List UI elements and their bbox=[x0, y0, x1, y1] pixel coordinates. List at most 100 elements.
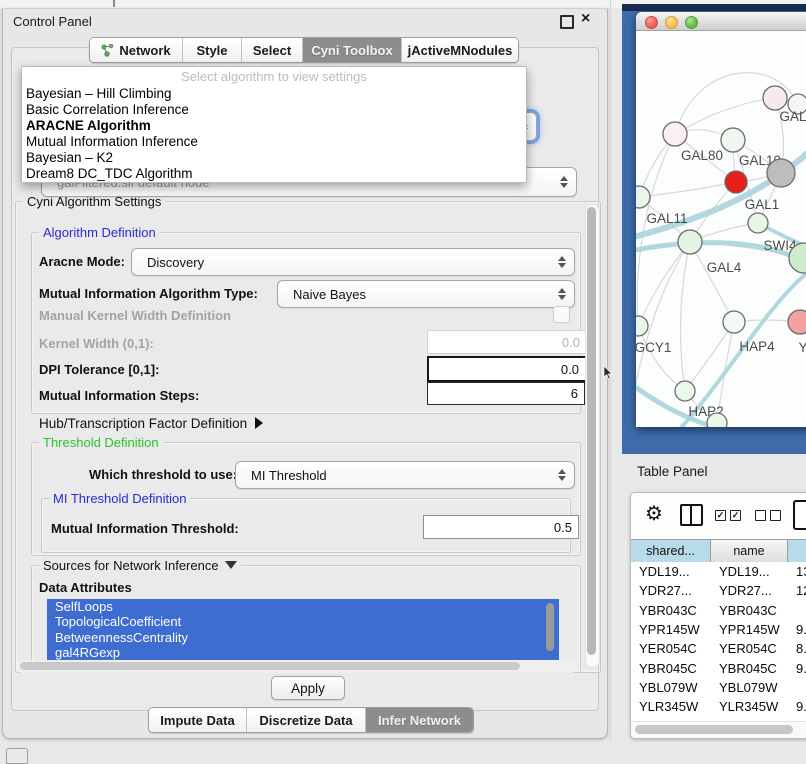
node-hap4[interactable] bbox=[723, 311, 745, 333]
node-gal10[interactable] bbox=[721, 128, 745, 152]
attribute-item[interactable]: TopologicalCoefficient bbox=[47, 614, 559, 629]
algorithm-list: Bayesian – Hill ClimbingBasic Correlatio… bbox=[22, 86, 526, 182]
close-panel-icon[interactable]: × bbox=[581, 10, 590, 28]
node-gal4[interactable] bbox=[678, 230, 702, 254]
list-scrollbar-thumb[interactable] bbox=[546, 603, 554, 651]
settings-horizontal-scrollbar[interactable] bbox=[17, 660, 577, 673]
kernel-width-field[interactable]: 0.0 bbox=[427, 330, 587, 354]
table-row[interactable]: YBR045CYBR045C9. bbox=[631, 658, 806, 677]
algorithm-option[interactable]: Bayesian – K2 bbox=[22, 150, 526, 166]
node-hap2[interactable] bbox=[675, 381, 695, 401]
network-edge[interactable] bbox=[638, 326, 685, 391]
new-column-icon[interactable] bbox=[793, 500, 806, 530]
node-y-partial[interactable] bbox=[788, 310, 806, 334]
mi-steps-field[interactable]: 6 bbox=[427, 382, 585, 405]
control-panel-window: Control Panel × Network Style Selec bbox=[2, 8, 608, 739]
stepper-arrows-icon bbox=[559, 176, 568, 188]
aracne-mode-combobox[interactable]: Discovery bbox=[131, 248, 575, 276]
node-gray[interactable] bbox=[767, 159, 795, 187]
tab-jactivemnodules[interactable]: jActiveMNodules bbox=[402, 38, 518, 62]
table-horizontal-scrollbar[interactable] bbox=[631, 721, 806, 738]
vscrollbar-thumb[interactable] bbox=[587, 207, 596, 655]
mi-type-combobox[interactable]: Naive Bayes bbox=[277, 280, 575, 308]
sources-group-title[interactable]: Sources for Network Inference bbox=[39, 558, 241, 573]
algorithm-option[interactable]: Basic Correlation Inference bbox=[22, 102, 526, 118]
control-panel-title: Control Panel bbox=[13, 14, 92, 29]
node-gal-partial-label: GAL bbox=[779, 109, 806, 124]
hscrollbar-thumb[interactable] bbox=[20, 662, 520, 670]
manual-kernel-checkbox[interactable] bbox=[553, 306, 570, 323]
table-cell: YBR043C bbox=[711, 603, 788, 618]
column-header-shared[interactable]: shared... bbox=[631, 540, 711, 562]
table-row[interactable]: YPR145WYPR145W9. bbox=[631, 620, 806, 639]
table-row[interactable]: YLR345WYLR345W9. bbox=[631, 697, 806, 716]
node-gal4-label: GAL4 bbox=[707, 260, 742, 275]
data-attributes-list[interactable]: SelfLoopsTopologicalCoefficientBetweenne… bbox=[47, 599, 559, 660]
table-row[interactable]: YBL079WYBL079W bbox=[631, 678, 806, 697]
attribute-item[interactable]: BetweennessCentrality bbox=[47, 630, 559, 645]
column-header-name[interactable]: name bbox=[711, 540, 788, 562]
table-cell: 12 bbox=[788, 583, 806, 598]
table-row[interactable]: YER054CYER054C8. bbox=[631, 639, 806, 658]
table-cell: YLR345W bbox=[711, 699, 788, 714]
node-unnamed-bottom[interactable] bbox=[707, 413, 727, 427]
tab-select[interactable]: Select bbox=[242, 38, 303, 62]
top-divider-tick bbox=[113, 0, 115, 7]
select-all-columns-icon[interactable]: ✓✓ bbox=[715, 510, 741, 521]
network-edge[interactable] bbox=[685, 322, 734, 391]
table-hscrollbar-thumb[interactable] bbox=[635, 725, 793, 734]
tab-network[interactable]: Network bbox=[90, 38, 183, 62]
table-row[interactable]: YBR043CYBR043C bbox=[631, 601, 806, 620]
table-cell: YPR145W bbox=[631, 622, 711, 637]
columns-icon[interactable] bbox=[680, 504, 703, 526]
table-cell: YDR27... bbox=[711, 583, 788, 598]
float-panel-icon[interactable] bbox=[560, 15, 574, 29]
algorithm-placeholder: Select algorithm to view settings bbox=[22, 67, 526, 86]
settings-vertical-scrollbar[interactable] bbox=[585, 204, 600, 668]
node-gal11-label: GAL11 bbox=[646, 211, 687, 226]
table-cell: YER054C bbox=[711, 641, 788, 656]
node-gcy1-label: GCY1 bbox=[636, 340, 671, 355]
hub-section-toggle[interactable]: Hub/Transcription Factor Definition bbox=[39, 416, 263, 431]
algorithm-option[interactable]: ARACNE Algorithm bbox=[22, 118, 526, 134]
tab-discretize-data[interactable]: Discretize Data bbox=[247, 708, 366, 732]
table-row[interactable]: YDR27...YDR27...12 bbox=[631, 581, 806, 600]
zoom-window-icon[interactable] bbox=[685, 16, 698, 29]
network-canvas[interactable]: GALGAL80GAL10GAL1GAL11SWI4GAL4GCY1HAP4YH… bbox=[636, 31, 806, 427]
network-window-titlebar[interactable] bbox=[636, 12, 806, 31]
node-gal-partial[interactable] bbox=[763, 86, 787, 110]
tab-cyni-toolbox[interactable]: Cyni Toolbox bbox=[303, 38, 402, 62]
node-swi4[interactable] bbox=[748, 213, 768, 233]
attribute-item[interactable]: gal4RGexp bbox=[47, 645, 559, 660]
tab-network-label: Network bbox=[119, 43, 170, 58]
node-gal1[interactable] bbox=[725, 171, 747, 193]
node-hap4-label: HAP4 bbox=[739, 339, 775, 354]
table-cell: 8. bbox=[788, 641, 806, 656]
node-gcy1[interactable] bbox=[636, 316, 648, 336]
tab-impute-data[interactable]: Impute Data bbox=[149, 708, 247, 732]
which-threshold-combobox[interactable]: MI Threshold bbox=[235, 461, 575, 489]
tab-infer-network[interactable]: Infer Network bbox=[366, 708, 473, 732]
stepper-arrows-icon bbox=[557, 256, 566, 268]
algorithm-option[interactable]: Dream8 DC_TDC Algorithm bbox=[22, 166, 526, 182]
table-toolbar: ⚙ ✓✓ bbox=[631, 493, 806, 539]
dpi-tolerance-field[interactable]: 0.0 bbox=[427, 356, 587, 382]
threshold-definition-title: Threshold Definition bbox=[39, 435, 163, 450]
apply-button[interactable]: Apply bbox=[271, 676, 345, 700]
mi-threshold-field[interactable]: 0.5 bbox=[423, 515, 579, 539]
network-edge[interactable] bbox=[690, 242, 734, 322]
deselect-all-columns-icon[interactable] bbox=[755, 510, 781, 521]
algorithm-option[interactable]: Mutual Information Inference bbox=[22, 134, 526, 150]
gear-icon[interactable]: ⚙ bbox=[645, 501, 663, 526]
table-row[interactable]: YDL19...YDL19...13 bbox=[631, 562, 806, 581]
tab-style[interactable]: Style bbox=[183, 38, 242, 62]
close-window-icon[interactable] bbox=[645, 16, 658, 29]
network-icon bbox=[101, 44, 114, 57]
which-threshold-label: Which threshold to use: bbox=[89, 467, 237, 482]
node-gal80[interactable] bbox=[663, 122, 687, 146]
attribute-item[interactable]: SelfLoops bbox=[47, 599, 559, 614]
network-edge[interactable] bbox=[681, 242, 690, 391]
minimize-window-icon[interactable] bbox=[665, 16, 678, 29]
column-header-partial[interactable] bbox=[788, 540, 806, 562]
algorithm-option[interactable]: Bayesian – Hill Climbing bbox=[22, 86, 526, 102]
